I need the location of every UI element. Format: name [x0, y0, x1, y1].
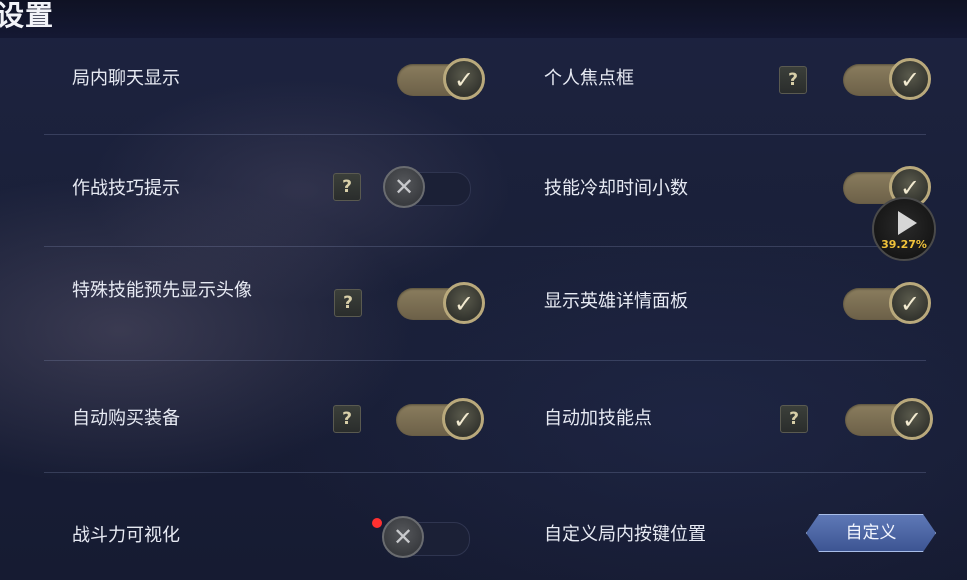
- floating-play-widget[interactable]: 39.27%: [872, 197, 936, 261]
- combat-tips-toggle[interactable]: ✕: [383, 166, 471, 208]
- personal-focus-frame-label: 个人焦点框: [544, 68, 634, 89]
- chat-display-label: 局内聊天显示: [72, 68, 180, 89]
- combat-power-visual-toggle[interactable]: ✕: [382, 516, 470, 558]
- check-icon: ✓: [889, 58, 931, 100]
- check-icon: ✓: [442, 398, 484, 440]
- auto-buy-equipment-label: 自动购买装备: [72, 408, 180, 429]
- customize-button[interactable]: 自定义: [806, 514, 936, 552]
- help-icon[interactable]: ?: [333, 405, 361, 433]
- auto-skill-points-label: 自动加技能点: [544, 408, 652, 429]
- close-icon: ✕: [383, 166, 425, 208]
- row-divider: [44, 360, 926, 361]
- combat-tips-label: 作战技巧提示: [72, 178, 180, 199]
- check-icon: ✓: [889, 282, 931, 324]
- row-divider: [44, 134, 926, 135]
- title-bar: [0, 0, 967, 38]
- row-divider: [44, 472, 926, 473]
- custom-key-position-label: 自定义局内按键位置: [544, 524, 706, 545]
- new-notification-dot: [372, 518, 382, 528]
- page-title: 设置: [0, 0, 55, 32]
- chat-display-toggle[interactable]: ✓: [397, 58, 485, 100]
- special-skill-avatar-label: 特殊技能预先显示头像: [72, 280, 252, 301]
- auto-buy-equipment-toggle[interactable]: ✓: [396, 398, 484, 440]
- row-divider: [44, 246, 926, 247]
- help-icon[interactable]: ?: [780, 405, 808, 433]
- hero-detail-panel-toggle[interactable]: ✓: [843, 282, 931, 324]
- check-icon: ✓: [443, 58, 485, 100]
- check-icon: ✓: [443, 282, 485, 324]
- auto-skill-points-toggle[interactable]: ✓: [845, 398, 933, 440]
- help-icon[interactable]: ?: [334, 289, 362, 317]
- help-icon[interactable]: ?: [333, 173, 361, 201]
- personal-focus-frame-toggle[interactable]: ✓: [843, 58, 931, 100]
- help-icon[interactable]: ?: [779, 66, 807, 94]
- close-icon: ✕: [382, 516, 424, 558]
- progress-text: 39.27%: [881, 238, 927, 251]
- hero-detail-panel-label: 显示英雄详情面板: [544, 291, 688, 312]
- check-icon: ✓: [891, 398, 933, 440]
- special-skill-avatar-toggle[interactable]: ✓: [397, 282, 485, 324]
- combat-power-visual-label: 战斗力可视化: [72, 525, 180, 546]
- play-icon: [898, 211, 917, 235]
- cooldown-decimal-label: 技能冷却时间小数: [544, 178, 688, 199]
